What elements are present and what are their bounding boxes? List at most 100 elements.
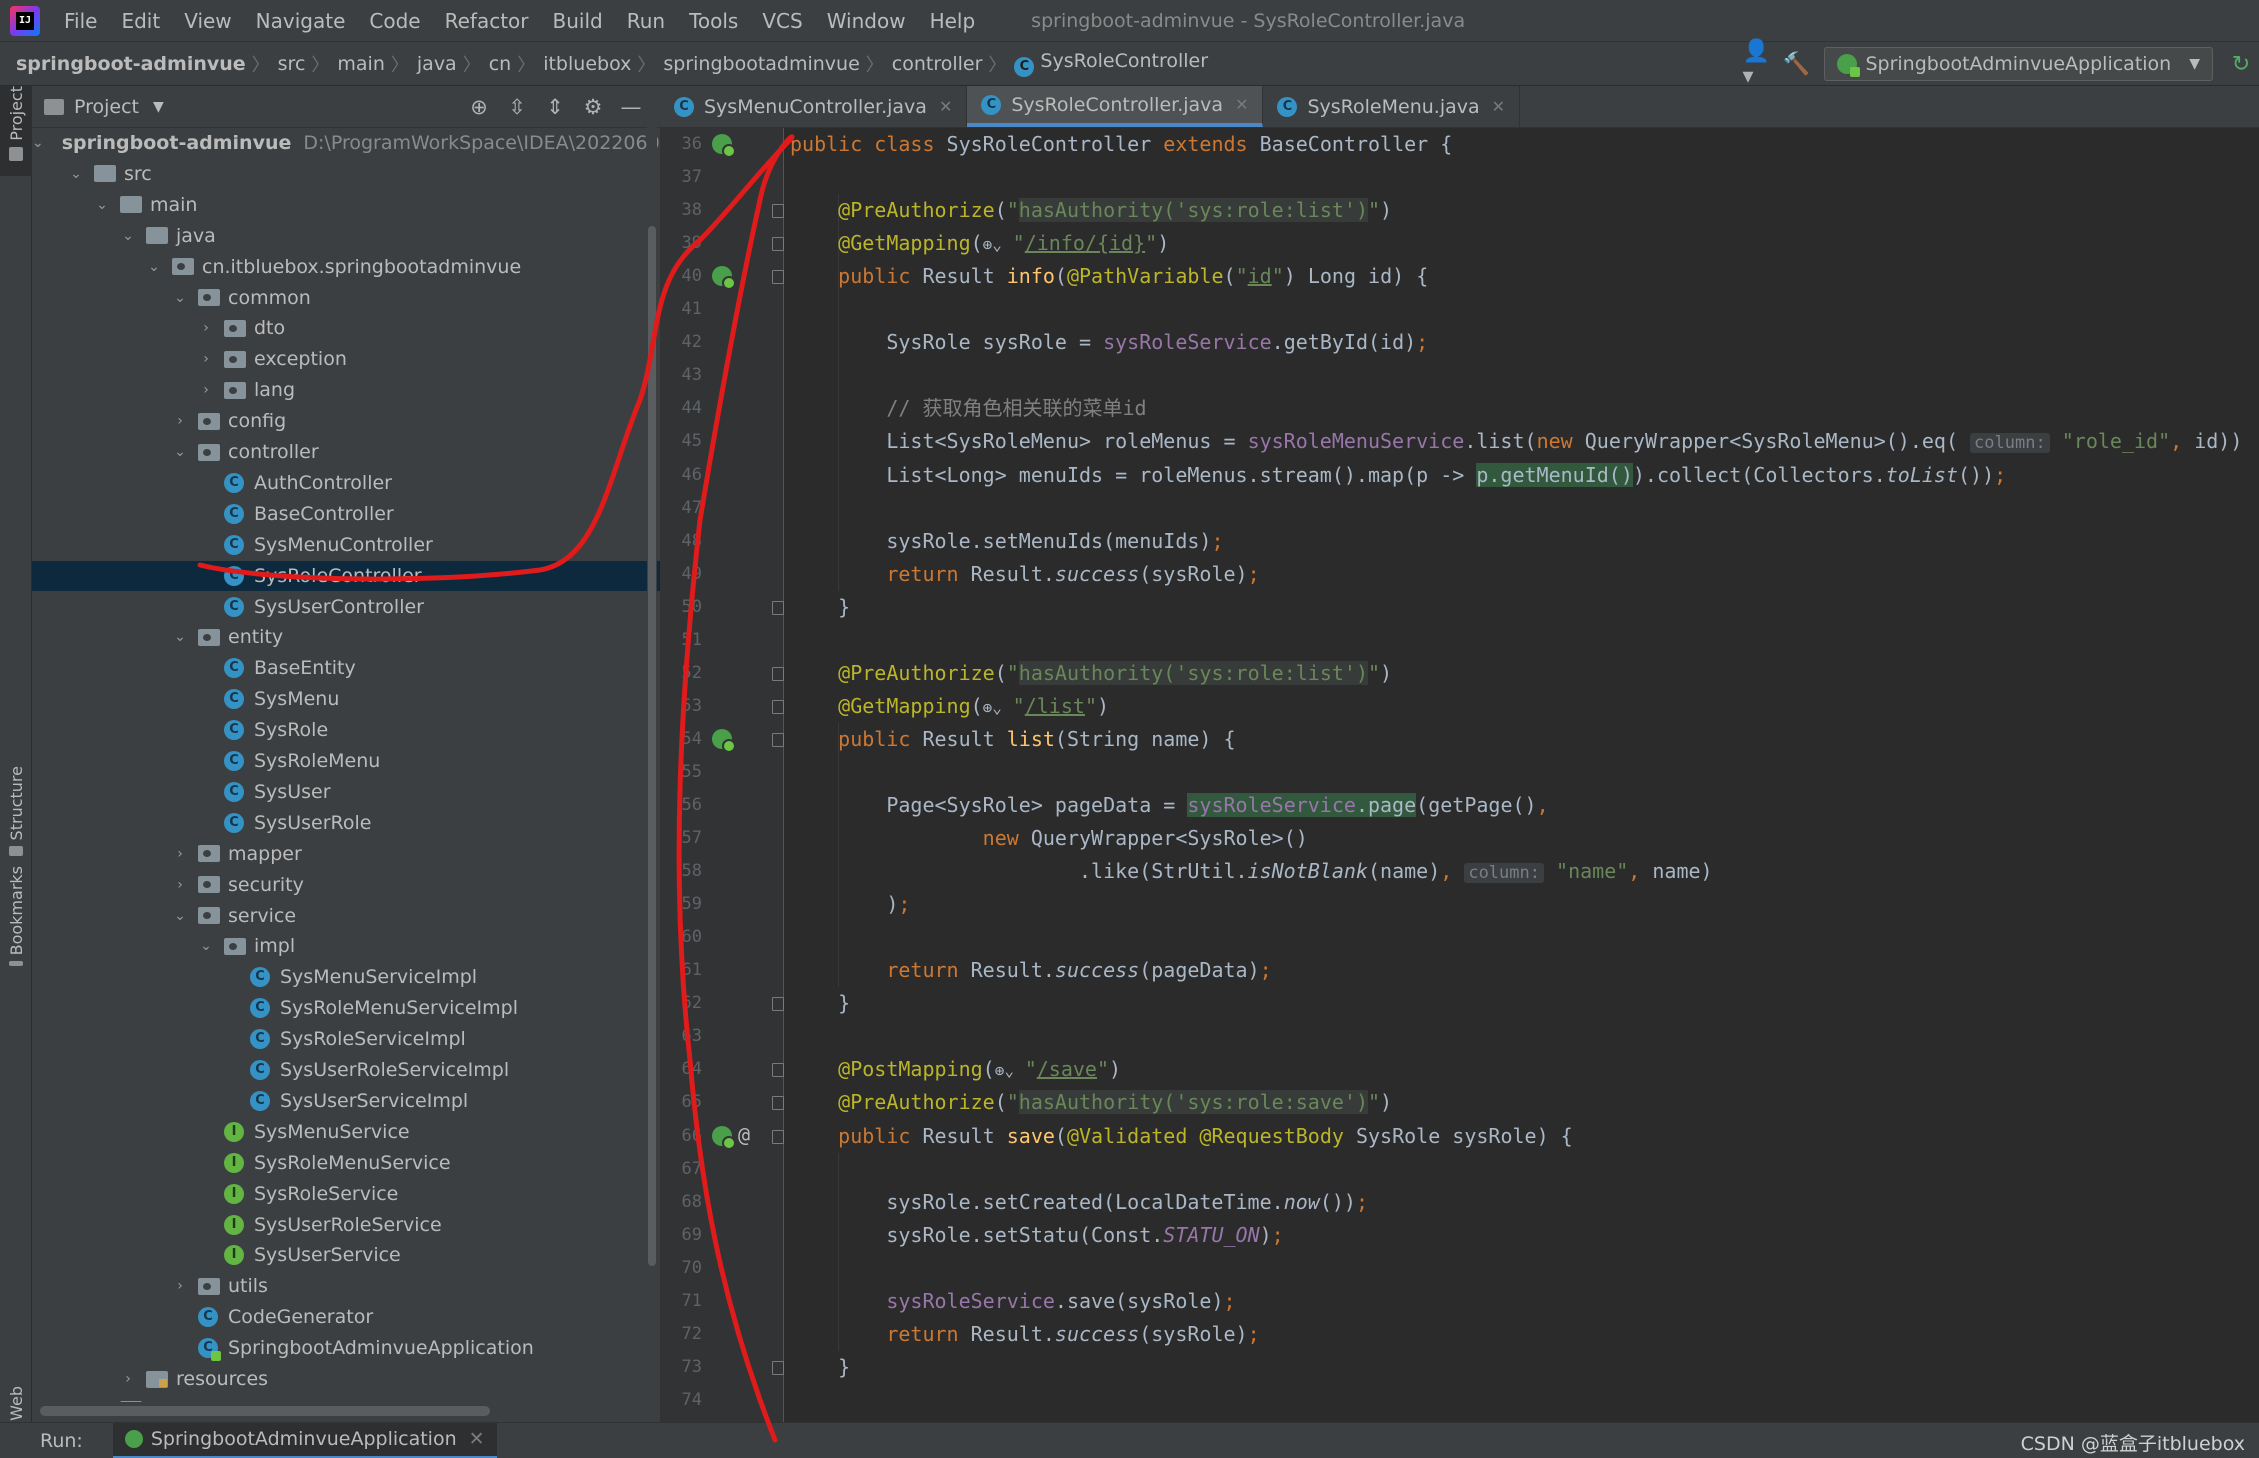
tree-item[interactable]: ›CSysUserRole — [32, 808, 660, 838]
tree-item[interactable]: ⌄ entity — [32, 622, 660, 652]
tree-item[interactable]: ⌄ java — [32, 221, 660, 251]
line-number[interactable]: 64 — [660, 1053, 702, 1086]
breadcrumb-item[interactable]: controller — [884, 53, 989, 75]
line-number[interactable]: 40 — [660, 260, 702, 293]
chevron-right-icon[interactable]: › — [172, 846, 188, 862]
line-number[interactable]: 74 — [660, 1384, 702, 1417]
fold-marker-icon[interactable] — [772, 204, 784, 219]
line-number[interactable]: 48 — [660, 525, 702, 558]
tree-item[interactable]: › lang — [32, 375, 660, 405]
line-number[interactable]: 45 — [660, 425, 702, 458]
code-line[interactable]: } — [790, 591, 850, 624]
tree-item[interactable]: ⌄ controller — [32, 437, 660, 467]
line-number[interactable]: 59 — [660, 888, 702, 921]
tree-item[interactable]: ›ISysMenuService — [32, 1117, 660, 1147]
code-line[interactable]: public Result save(@Validated @RequestBo… — [790, 1120, 1573, 1153]
fold-marker-icon[interactable] — [772, 997, 784, 1012]
menu-tools[interactable]: Tools — [677, 9, 750, 33]
tree-item[interactable]: ›CSysRoleMenu — [32, 746, 660, 776]
fold-marker-icon[interactable] — [772, 666, 784, 681]
tree-item[interactable]: ⌄ main — [32, 190, 660, 220]
hide-panel-icon[interactable]: — — [612, 95, 650, 119]
chevron-down-icon[interactable]: ⌄ — [94, 197, 110, 213]
tool-tab-structure[interactable]: Structure — [0, 766, 32, 856]
gear-icon[interactable]: ⚙ — [574, 95, 612, 119]
breadcrumb-item[interactable]: cn — [481, 53, 518, 75]
menu-refactor[interactable]: Refactor — [433, 9, 541, 33]
code-line[interactable]: return Result.success(sysRole); — [790, 558, 1259, 591]
chevron-down-icon[interactable]: ⌄ — [146, 259, 162, 275]
chevron-down-icon[interactable]: ⌄ — [198, 938, 214, 954]
code-line[interactable]: ); — [790, 888, 910, 921]
fold-marker-icon[interactable] — [772, 1129, 784, 1144]
build-hammer-icon[interactable]: 🔨 — [1778, 46, 1814, 82]
chevron-right-icon[interactable]: › — [172, 413, 188, 429]
breadcrumb-item[interactable]: main — [329, 53, 390, 75]
chevron-right-icon[interactable]: › — [120, 1371, 136, 1387]
line-number[interactable]: 37 — [660, 161, 702, 194]
chevron-down-icon[interactable]: ⌄ — [32, 135, 44, 151]
breadcrumb-item[interactable]: springboot-adminvue — [0, 53, 252, 75]
code-line[interactable]: sysRoleService.save(sysRole); — [790, 1285, 1235, 1318]
project-tree-horizontal-scrollbar[interactable] — [32, 1402, 660, 1422]
line-number[interactable]: 57 — [660, 822, 702, 855]
tree-item[interactable]: ›CSpringbootAdminvueApplication — [32, 1333, 660, 1363]
code-line[interactable]: new QueryWrapper<SysRole>() — [790, 822, 1308, 855]
editor-tab[interactable]: C SysMenuController.java ✕ — [660, 86, 968, 127]
code-line[interactable]: @PreAuthorize("hasAuthority('sys:role:li… — [790, 194, 1392, 227]
code-line[interactable]: public Result info(@PathVariable("id") L… — [790, 260, 1428, 293]
tree-item[interactable]: ›CSysMenu — [32, 684, 660, 714]
tree-item[interactable]: › utils — [32, 1271, 660, 1301]
tree-item[interactable]: ›CSysUser — [32, 777, 660, 807]
fold-marker-icon[interactable] — [772, 1063, 784, 1078]
chevron-down-icon[interactable]: ⌄ — [172, 290, 188, 306]
menu-window[interactable]: Window — [815, 9, 918, 33]
line-number[interactable]: 55 — [660, 756, 702, 789]
tree-item[interactable]: ›ISysUserRoleService — [32, 1210, 660, 1240]
line-number[interactable]: 73 — [660, 1351, 702, 1384]
line-number[interactable]: 46 — [660, 459, 702, 492]
run-arrow-icon[interactable]: ↻ — [2223, 46, 2259, 82]
spring-bean-gutter-icon[interactable] — [712, 266, 736, 291]
chevron-down-icon[interactable]: ⌄ — [120, 228, 136, 244]
menu-code[interactable]: Code — [357, 9, 432, 33]
project-tree-scrollbar[interactable] — [647, 86, 657, 1422]
line-number[interactable]: 43 — [660, 359, 702, 392]
line-number[interactable]: 38 — [660, 194, 702, 227]
code-line[interactable]: sysRole.setMenuIds(menuIds); — [790, 525, 1223, 558]
collapse-all-icon[interactable]: ⇕ — [536, 95, 574, 119]
line-number[interactable]: 36 — [660, 128, 702, 161]
chevron-right-icon[interactable]: › — [172, 877, 188, 893]
code-line[interactable]: sysRole.setStatu(Const.STATU_ON); — [790, 1219, 1283, 1252]
fold-marker-icon[interactable] — [772, 699, 784, 714]
code-line[interactable]: SysRole sysRole = sysRoleService.getById… — [790, 326, 1428, 359]
line-number[interactable]: 65 — [660, 1086, 702, 1119]
breadcrumb-item[interactable]: C SysRoleController — [1006, 50, 1214, 77]
close-icon[interactable]: ✕ — [1492, 97, 1505, 116]
tree-item[interactable]: ⌄ springboot-adminvue D:\ProgramWorkSpace\… — [32, 128, 660, 158]
code-line[interactable]: Page<SysRole> pageData = sysRoleService.… — [790, 789, 1549, 822]
code-line[interactable]: @PreAuthorize("hasAuthority('sys:role:li… — [790, 657, 1392, 690]
line-number[interactable]: 66 — [660, 1120, 702, 1153]
code-line[interactable]: List<SysRoleMenu> roleMenus = sysRoleMen… — [790, 425, 2254, 458]
line-number[interactable]: 61 — [660, 954, 702, 987]
fold-marker-icon[interactable] — [772, 1360, 784, 1375]
close-icon[interactable]: ✕ — [939, 97, 952, 116]
chevron-right-icon[interactable]: › — [198, 382, 214, 398]
line-number[interactable]: 54 — [660, 723, 702, 756]
line-number[interactable]: 62 — [660, 987, 702, 1020]
line-number[interactable]: 49 — [660, 558, 702, 591]
code-line[interactable]: // 获取角色相关联的菜单id — [790, 392, 1146, 425]
tree-item[interactable]: › config — [32, 406, 660, 436]
tree-item[interactable]: ›CSysUserServiceImpl — [32, 1086, 660, 1116]
fold-marker-icon[interactable] — [772, 270, 784, 285]
tree-item[interactable]: › dto — [32, 313, 660, 343]
line-number[interactable]: 42 — [660, 326, 702, 359]
tree-item[interactable]: ›CSysRoleController — [32, 560, 660, 591]
tree-item[interactable]: ›CSysRole — [32, 715, 660, 745]
fold-marker-icon[interactable] — [772, 732, 784, 747]
editor-scrollbar[interactable] — [2245, 128, 2259, 1422]
line-number[interactable]: 52 — [660, 657, 702, 690]
tree-item[interactable]: ⌄ src — [32, 159, 660, 189]
menu-file[interactable]: File — [52, 9, 109, 33]
